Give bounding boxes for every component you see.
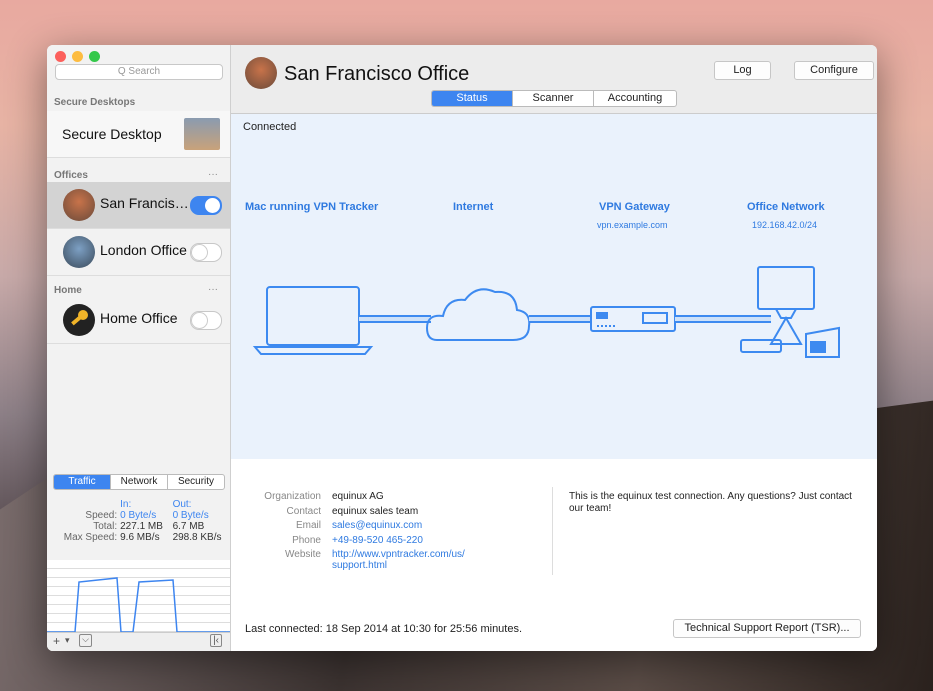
traffic-graph-line — [47, 577, 230, 633]
section-home: Home — [54, 285, 82, 296]
cloud-icon — [425, 288, 531, 341]
tsr-button[interactable]: Technical Support Report (TSR)... — [673, 619, 861, 638]
email-label: Email — [295, 520, 321, 531]
website-label: Website — [285, 549, 321, 560]
connection-note: This is the equinux test connection. Any… — [569, 491, 852, 514]
stat-label: Total: — [93, 521, 118, 532]
section-offices: Offices — [54, 170, 88, 181]
sidebar: Q Search Secure Desktops Secure Desktop … — [47, 45, 231, 651]
sidebar-item-home-office[interactable]: Home Office — [47, 297, 230, 344]
zoom-button[interactable] — [89, 51, 100, 62]
tab-security[interactable]: Security — [168, 475, 224, 489]
key-icon — [63, 304, 95, 336]
view-tabs: Status Scanner Accounting — [431, 90, 677, 107]
stat-in: 0 Byte/s — [120, 510, 157, 521]
sidebar-item-secure-desktop[interactable]: Secure Desktop — [47, 111, 230, 158]
tab-accounting[interactable]: Accounting — [594, 91, 676, 106]
sidebar-item-label: Secure Desktop — [62, 126, 162, 142]
vpn-tracker-window: Q Search Secure Desktops Secure Desktop … — [47, 45, 877, 651]
laptop-icon — [252, 286, 374, 355]
office-network-icon — [740, 266, 840, 358]
home-office-toggle[interactable] — [190, 311, 222, 330]
stat-in: 9.6 MB/s — [120, 532, 160, 543]
tab-network[interactable]: Network — [111, 475, 168, 489]
offices-more-icon[interactable]: ··· — [208, 169, 218, 180]
out-header: Out: — [172, 499, 192, 510]
stat-label: Max Speed: — [63, 532, 118, 543]
phone-link[interactable]: +49-89-520 465-220 — [332, 535, 423, 546]
organization-label: Organization — [264, 491, 321, 502]
main-pane: San Francisco Office Log Configure Statu… — [231, 45, 877, 651]
san-francisco-avatar — [63, 189, 95, 221]
add-icon[interactable]: + — [53, 634, 60, 648]
page-title: San Francisco Office — [284, 63, 470, 85]
traffic-stats: In: Out: Speed: 0 Byte/s 0 Byte/s Total: 227… — [53, 499, 225, 543]
london-toggle[interactable] — [190, 243, 222, 262]
minimize-button[interactable] — [72, 51, 83, 62]
tab-traffic[interactable]: Traffic — [54, 475, 111, 489]
section-secure-desktops: Secure Desktops — [54, 97, 136, 108]
sidebar-item-london[interactable]: London Office — [47, 229, 230, 276]
in-header: In: — [120, 499, 132, 510]
organization-value: equinux AG — [332, 491, 384, 502]
traffic-graph — [47, 560, 230, 633]
contact-value: equinux sales team — [332, 506, 419, 517]
home-more-icon[interactable]: ··· — [208, 284, 218, 295]
stat-out: 298.8 KB/s — [172, 532, 222, 543]
collapse-sidebar-icon[interactable]: |‹ — [210, 634, 222, 647]
stat-label: Speed: — [85, 510, 118, 521]
sidebar-item-label: Home Office — [100, 310, 178, 326]
stat-out: 6.7 MB — [172, 521, 205, 532]
sidebar-item-label: London Office — [100, 242, 187, 258]
tab-scanner[interactable]: Scanner — [513, 91, 594, 106]
london-avatar — [63, 236, 95, 268]
log-button[interactable]: Log — [714, 61, 771, 80]
stats-tabs: Traffic Network Security — [53, 474, 225, 490]
sidebar-bottom-bar: + ▾ ⌵ |‹ — [47, 632, 230, 651]
secure-desktop-thumbnail — [184, 118, 220, 150]
connection-diagram: Connected Mac running VPN Tracker Intern… — [231, 114, 877, 459]
website-link-line1: http://www.vpntracker.com/us/ — [332, 549, 465, 560]
configure-button[interactable]: Configure — [794, 61, 874, 80]
contact-label: Contact — [286, 506, 321, 517]
office-avatar — [245, 57, 277, 89]
email-link[interactable]: sales@equinux.com — [332, 520, 422, 531]
close-button[interactable] — [55, 51, 66, 62]
last-connected: Last connected: 18 Sep 2014 at 10:30 for… — [245, 623, 523, 635]
add-menu-chevron-icon[interactable]: ▾ — [65, 635, 70, 646]
stat-in: 227.1 MB — [120, 521, 163, 532]
website-link[interactable]: http://www.vpntracker.com/us/ support.ht… — [332, 549, 465, 571]
network-diagram-graphic — [252, 266, 840, 358]
website-link-line2: support.html — [332, 560, 388, 571]
vpn-gateway-icon — [590, 306, 676, 332]
search-input[interactable]: Q Search — [55, 64, 223, 80]
header: San Francisco Office Log Configure Statu… — [231, 45, 877, 114]
phone-label: Phone — [292, 535, 321, 546]
stat-out: 0 Byte/s — [172, 510, 209, 521]
actions-menu-icon[interactable]: ⌵ — [79, 634, 92, 647]
sidebar-item-san-francisco[interactable]: San Francis… — [47, 182, 230, 229]
san-francisco-toggle[interactable] — [190, 196, 222, 215]
connection-info: Organization equinux AG Contact equinux … — [231, 459, 877, 651]
sidebar-item-label: San Francis… — [100, 195, 189, 211]
tab-status[interactable]: Status — [432, 91, 513, 106]
window-controls — [55, 51, 100, 62]
info-divider — [552, 487, 553, 575]
